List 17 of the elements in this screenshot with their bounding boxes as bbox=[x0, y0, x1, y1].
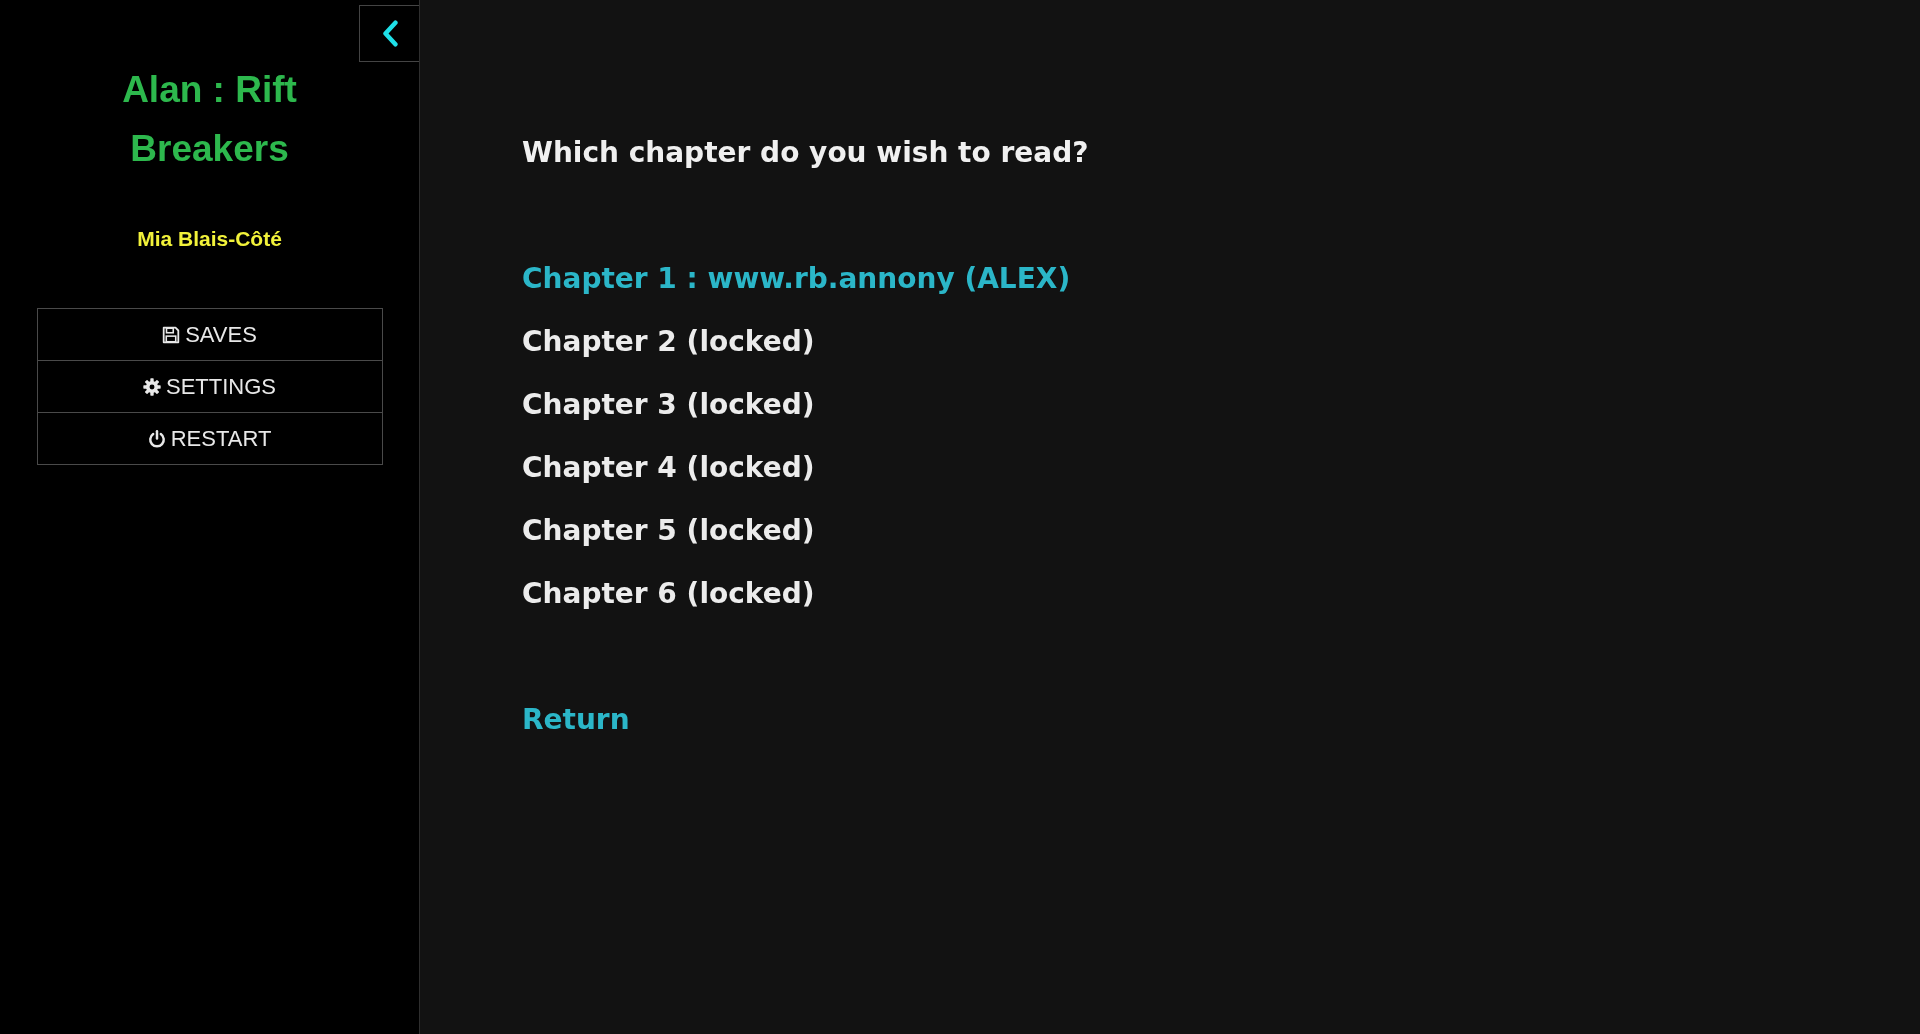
restart-button[interactable]: RESTART bbox=[36, 412, 383, 465]
chevron-left-icon bbox=[380, 20, 399, 47]
chapter-link[interactable]: Chapter 1 : www.rb.annony (ALEX) bbox=[522, 261, 1071, 297]
question-text: Which chapter do you wish to read? bbox=[522, 135, 1089, 171]
settings-button[interactable]: SETTINGS bbox=[36, 360, 383, 413]
save-button[interactable]: SAVES bbox=[36, 308, 383, 361]
power-icon bbox=[147, 429, 166, 448]
return-link[interactable]: Return bbox=[522, 702, 630, 738]
locked-chapter-text: Chapter 2 (locked) bbox=[522, 324, 816, 360]
locked-chapter-text: Chapter 5 (locked) bbox=[522, 513, 816, 549]
settings-icon bbox=[143, 377, 161, 396]
author-name: Mia Blais-Côté bbox=[137, 227, 282, 251]
story-title: Alan : Rift Breakers bbox=[121, 68, 298, 171]
locked-chapter-text: Chapter 6 (locked) bbox=[522, 576, 816, 612]
collapse-button[interactable] bbox=[359, 5, 419, 62]
locked-chapter-text: Chapter 3 (locked) bbox=[522, 387, 816, 423]
locked-chapter-text: Chapter 4 (locked) bbox=[522, 450, 816, 486]
